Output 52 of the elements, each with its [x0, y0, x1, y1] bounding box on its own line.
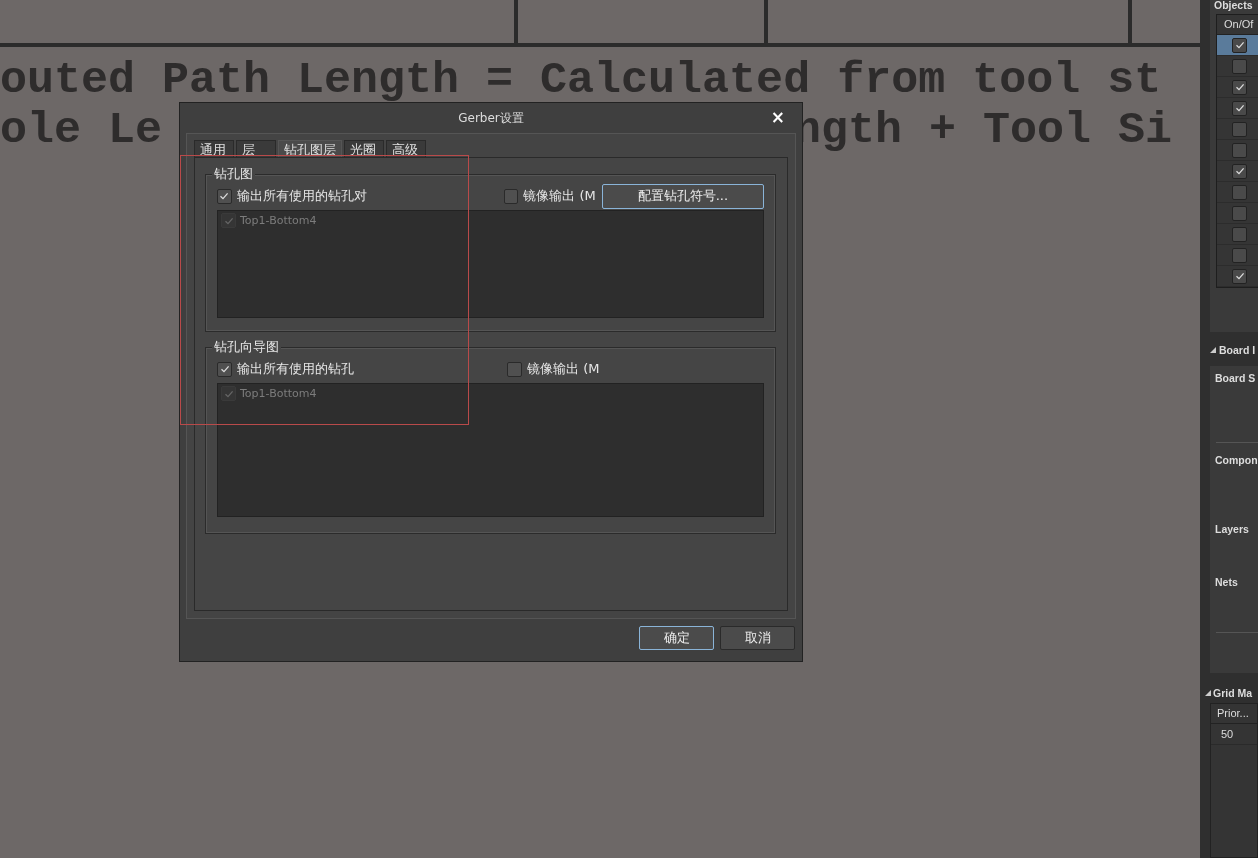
- canvas-text: outed Path Length = Calculated from tool st: [0, 56, 1162, 106]
- checkbox[interactable]: [1232, 268, 1247, 284]
- check-icon: [1233, 102, 1246, 114]
- check-icon: [1233, 81, 1246, 93]
- checkbox[interactable]: [1232, 100, 1247, 116]
- checkbox[interactable]: [507, 361, 522, 377]
- checkbox[interactable]: [1232, 79, 1247, 95]
- check-icon: [218, 363, 231, 375]
- field-label: Layers: [1215, 523, 1249, 535]
- tab[interactable]: 高级: [386, 140, 426, 157]
- checkbox[interactable]: [1232, 247, 1247, 263]
- field-label: Board S: [1215, 372, 1256, 384]
- cancel-button[interactable]: 取消: [720, 626, 795, 650]
- collapse-triangle-icon[interactable]: [1205, 690, 1211, 696]
- configure-button[interactable]: 配置钻孔符号...: [601, 183, 764, 209]
- tab[interactable]: 光圈: [344, 140, 384, 157]
- section-heading[interactable]: Grid Ma: [1213, 687, 1253, 699]
- checkbox-label: 镜像输出 (M: [523, 187, 596, 205]
- check-icon: [218, 190, 231, 202]
- tab[interactable]: 通用: [194, 140, 234, 157]
- checkbox[interactable]: [1232, 226, 1247, 242]
- checkbox[interactable]: [1232, 37, 1247, 53]
- checkbox-label: 输出所有使用的钻孔对: [236, 187, 368, 205]
- collapse-triangle-icon[interactable]: [1210, 347, 1216, 353]
- canvas-text: ole Le: [0, 106, 163, 156]
- ok-button[interactable]: 确定: [639, 626, 714, 650]
- group-title: 钻孔图: [212, 165, 255, 183]
- table-cell: 50: [1221, 728, 1234, 740]
- checkbox[interactable]: [1232, 121, 1247, 137]
- checkbox[interactable]: [217, 361, 232, 377]
- column-header[interactable]: Prior...: [1211, 704, 1257, 724]
- checkbox[interactable]: [1232, 205, 1247, 221]
- check-icon: [1233, 39, 1246, 51]
- panel-heading: Objects: [1214, 0, 1253, 11]
- window-title: Gerber设置: [458, 109, 524, 127]
- checkbox[interactable]: [1232, 58, 1247, 74]
- checkbox-label: 输出所有使用的钻孔: [237, 360, 355, 378]
- checkbox[interactable]: [503, 188, 519, 204]
- checkbox[interactable]: [217, 188, 232, 204]
- checkbox[interactable]: [1232, 184, 1247, 200]
- checkbox[interactable]: [1232, 163, 1247, 179]
- field-label: Compon: [1215, 454, 1258, 466]
- checkbox[interactable]: [1232, 142, 1247, 158]
- close-button[interactable]: ×: [767, 107, 788, 127]
- check-icon: [1233, 270, 1246, 282]
- checkbox-label: 镜像输出 (M: [527, 360, 600, 378]
- field-label: Nets: [1215, 576, 1238, 588]
- check-icon: [1233, 165, 1246, 177]
- tab[interactable]: 钻孔图层: [278, 140, 342, 157]
- group-title: 钻孔向导图: [212, 338, 281, 356]
- tab[interactable]: 层: [236, 140, 276, 157]
- section-heading[interactable]: Board I: [1219, 344, 1256, 356]
